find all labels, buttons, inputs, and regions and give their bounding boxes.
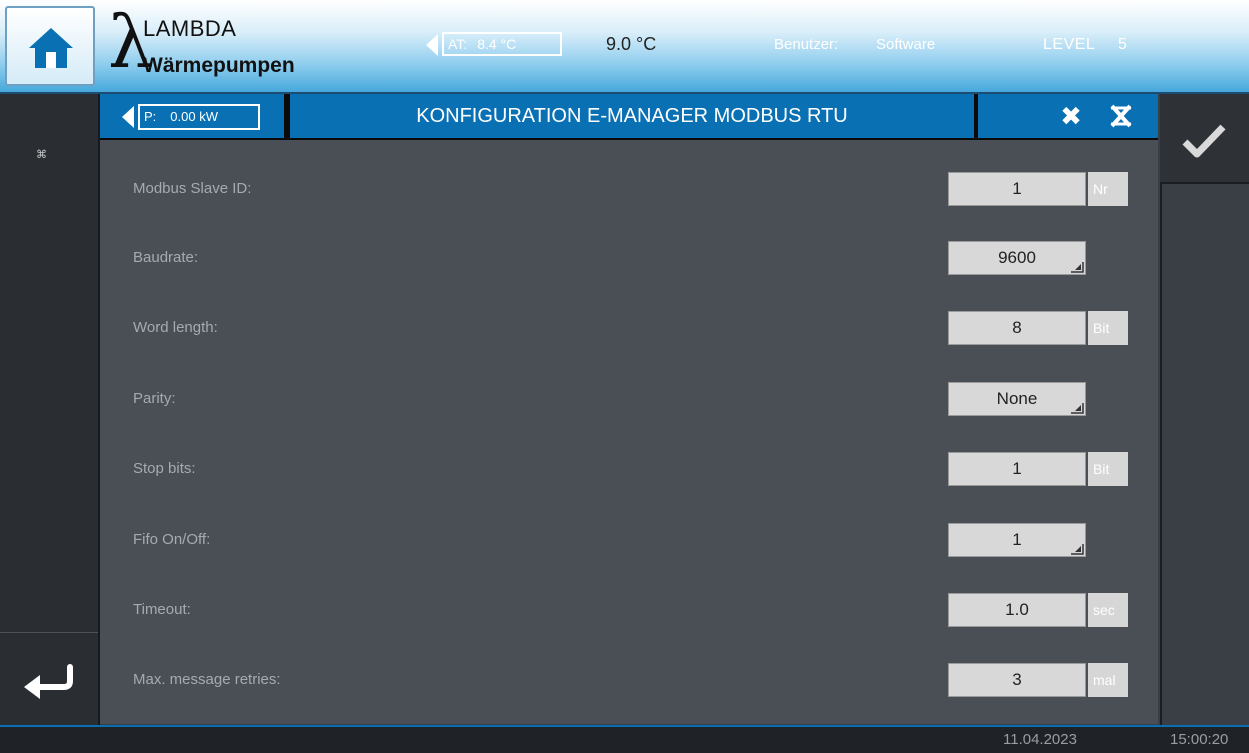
stop-bits-field[interactable]: 1 [948,452,1086,486]
baudrate-value: 9600 [998,248,1036,267]
setting-row-parity: Parity: None [100,380,1158,420]
logo: λ LAMBDA Wärmepumpen [108,2,368,86]
checkmark-icon [1182,124,1226,158]
close-crossed-icon [1110,104,1132,128]
parity-dropdown[interactable]: None [948,382,1086,416]
page-title: KONFIGURATION E-MANAGER MODBUS RTU [416,105,848,127]
home-icon [29,28,73,68]
power-value: 0.00 kW [170,109,218,124]
setting-unit: Bit [1088,311,1128,345]
timeout-field[interactable]: 1.0 [948,593,1086,627]
setting-label: Timeout: [133,601,191,618]
confirm-button[interactable] [1160,94,1249,184]
user-value: Software [876,36,936,53]
setting-label: Word length: [133,319,218,336]
setting-row-slave-id: Modbus Slave ID: 1 Nr [100,170,1158,210]
time-text: 15:00:20 [1170,731,1229,748]
fifo-dropdown[interactable]: 1 [948,523,1086,557]
logo-subtitle: Wärmepumpen [143,54,295,77]
setting-label: Modbus Slave ID: [133,180,252,197]
home-button[interactable] [5,6,95,86]
close-button[interactable]: ✖ [1055,100,1087,132]
slave-id-field[interactable]: 1 [948,172,1086,206]
setting-row-stop-bits: Stop bits: 1 Bit [100,450,1158,490]
right-sidebar [1160,94,1249,725]
close-crossed-button[interactable] [1105,100,1137,132]
logo-name: LAMBDA [143,16,237,41]
setting-row-timeout: Timeout: 1.0 sec [100,591,1158,631]
setting-unit: Bit [1088,452,1128,486]
setting-row-fifo: Fifo On/Off: 1 [100,521,1158,561]
left-arrow-icon [426,34,438,56]
level-value: 5 [1118,36,1127,53]
setting-row-retries: Max. message retries: 3 mal [100,661,1158,701]
status-bar: 11.04.2023 15:00:20 [0,725,1249,753]
header-bar: λ LAMBDA Wärmepumpen AT: 8.4 °C 9.0 °C Be… [0,0,1249,94]
dropdown-icon [1071,544,1084,555]
left-arrow-icon [122,106,134,128]
setting-row-baudrate: Baudrate: 9600 [100,239,1158,279]
setting-label: Max. message retries: [133,671,281,688]
dropdown-icon [1071,262,1084,273]
word-length-field[interactable]: 8 [948,311,1086,345]
back-button[interactable] [0,632,98,726]
setting-label: Stop bits: [133,460,196,477]
dropdown-icon [1071,403,1084,414]
baudrate-dropdown[interactable]: 9600 [948,241,1086,275]
divider [974,94,978,138]
power-field: P: 0.00 kW [138,104,260,130]
level-label: LEVEL [1043,36,1096,53]
parity-value: None [996,389,1038,408]
setting-unit: mal [1088,663,1128,697]
setting-label: Baudrate: [133,249,199,266]
setting-unit: sec [1088,593,1128,627]
power-label: P: [144,109,157,124]
outdoor-temp-field: AT: 8.4 °C [442,32,562,56]
date-text: 11.04.2023 [1003,731,1077,748]
setting-unit: Nr [1088,172,1128,206]
return-arrow-icon [24,664,73,699]
outdoor-temp-label: AT: [448,36,468,52]
fifo-value: 1 [1012,530,1022,549]
setting-row-word-length: Word length: 8 Bit [100,309,1158,349]
left-sidebar: ⌘ [0,94,100,725]
setting-label: Parity: [133,390,176,407]
user-label: Benutzer: [774,36,839,53]
settings-panel: Modbus Slave ID: 1 Nr Baudrate: 9600 Wor… [100,140,1158,724]
secondary-temp: 9.0 °C [606,34,657,54]
screen: λ LAMBDA Wärmepumpen AT: 8.4 °C 9.0 °C Be… [0,0,1249,753]
setting-label: Fifo On/Off: [133,531,211,548]
divider [1160,94,1162,725]
outdoor-temp-value: 8.4 °C [477,36,517,52]
menu-small-icon[interactable]: ⌘ [36,148,47,161]
retries-field[interactable]: 3 [948,663,1086,697]
title-bar: P: 0.00 kW KONFIGURATION E-MANAGER MODBUS… [100,94,1158,140]
